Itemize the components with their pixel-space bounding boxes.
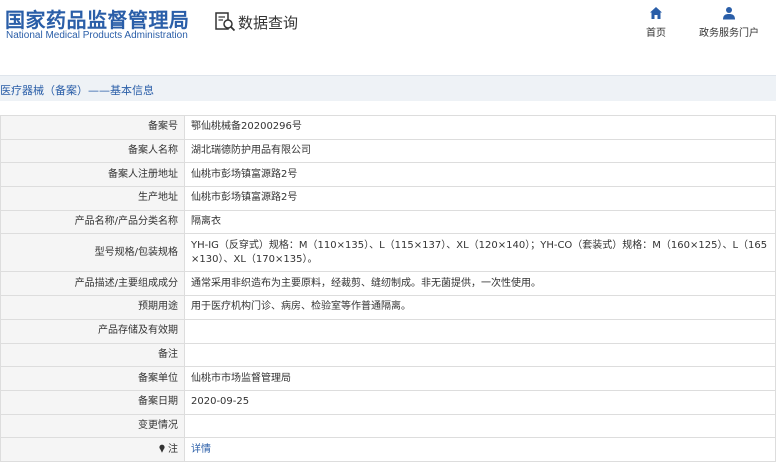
- table-row: 备注: [0, 342, 776, 368]
- nav-home-label[interactable]: 首页: [646, 24, 666, 39]
- site-logo-cn[interactable]: 国家药品监督管理局: [5, 4, 190, 33]
- page-heading: 数据查询: [214, 10, 298, 34]
- row-label: 预期用途: [0, 295, 185, 320]
- table-row: 备案人名称 湖北瑞德防护用品有限公司: [0, 138, 776, 164]
- section-title: 医疗器械（备案）——基本信息: [0, 84, 154, 97]
- row-value: 详情: [184, 437, 776, 462]
- home-icon: [650, 7, 662, 19]
- table-row: 备案单位 仙桃市市场监督管理局: [0, 366, 776, 391]
- pin-icon: [159, 444, 165, 453]
- table-row: 产品存储及有效期: [0, 318, 776, 344]
- row-value: 湖北瑞德防护用品有限公司: [184, 138, 776, 164]
- record-info-table: 备案号 鄂仙桃械备20200296号 备案人名称 湖北瑞德防护用品有限公司 备案…: [0, 115, 776, 462]
- row-value: [184, 318, 776, 344]
- table-row: 产品描述/主要组成成分 通常采用非织造布为主要原料，经裁剪、缝纫制成。非无菌提供…: [0, 271, 776, 297]
- row-value: 隔离衣: [184, 209, 776, 235]
- nav-home[interactable]: 首页: [646, 6, 666, 39]
- row-value: YH-IG（反穿式）规格：M（110×135）、L（115×137）、XL（12…: [184, 233, 776, 273]
- user-icon: [723, 7, 735, 20]
- table-row: 注 详情: [0, 437, 776, 462]
- row-value: [184, 413, 776, 439]
- table-row: 备案日期 2020-09-25: [0, 389, 776, 415]
- site-logo-en[interactable]: National Medical Products Administration: [6, 30, 188, 41]
- row-label: 变更情况: [0, 413, 185, 439]
- section-bar: 医疗器械（备案）——基本信息: [0, 75, 776, 101]
- page-title: 数据查询: [238, 13, 299, 32]
- row-value: 用于医疗机构门诊、病房、检验室等作普通隔离。: [184, 295, 776, 320]
- table-row: 生产地址 仙桃市彭场镇富源路2号: [0, 186, 776, 211]
- row-value: 仙桃市彭场镇富源路2号: [184, 186, 776, 211]
- row-value: 通常采用非织造布为主要原料，经裁剪、缝纫制成。非无菌提供，一次性使用。: [184, 271, 776, 297]
- nav-service-portal-label[interactable]: 政务服务门户: [699, 24, 759, 39]
- row-label-note: 注: [0, 437, 185, 462]
- row-label: 产品存储及有效期: [0, 318, 185, 344]
- table-row: 预期用途 用于医疗机构门诊、病房、检验室等作普通隔离。: [0, 295, 776, 320]
- row-label: 型号规格/包装规格: [0, 233, 185, 273]
- row-label: 注: [168, 443, 178, 455]
- row-value: [184, 342, 776, 368]
- row-label: 生产地址: [0, 186, 185, 211]
- nav-service-portal[interactable]: 政务服务门户: [699, 6, 759, 39]
- row-label: 备案人名称: [0, 138, 185, 164]
- details-link[interactable]: 详情: [191, 444, 211, 455]
- row-label: 备案人注册地址: [0, 162, 185, 188]
- row-label: 备注: [0, 342, 185, 368]
- table-row: 产品名称/产品分类名称 隔离衣: [0, 209, 776, 235]
- row-value: 仙桃市市场监督管理局: [184, 366, 776, 391]
- row-value: 仙桃市彭场镇富源路2号: [184, 162, 776, 188]
- table-row: 型号规格/包装规格 YH-IG（反穿式）规格：M（110×135）、L（115×…: [0, 233, 776, 273]
- site-header: 国家药品监督管理局 National Medical Products Admi…: [0, 0, 776, 62]
- row-value: 2020-09-25: [184, 389, 776, 415]
- row-label: 产品名称/产品分类名称: [0, 209, 185, 235]
- table-row: 备案号 鄂仙桃械备20200296号: [0, 115, 776, 140]
- row-value: 鄂仙桃械备20200296号: [184, 115, 776, 140]
- table-row: 变更情况: [0, 413, 776, 439]
- data-query-icon: [215, 12, 236, 32]
- row-label: 备案日期: [0, 389, 185, 415]
- table-row: 备案人注册地址 仙桃市彭场镇富源路2号: [0, 162, 776, 188]
- row-label: 产品描述/主要组成成分: [0, 271, 185, 297]
- row-label: 备案单位: [0, 366, 185, 391]
- row-label: 备案号: [0, 115, 185, 140]
